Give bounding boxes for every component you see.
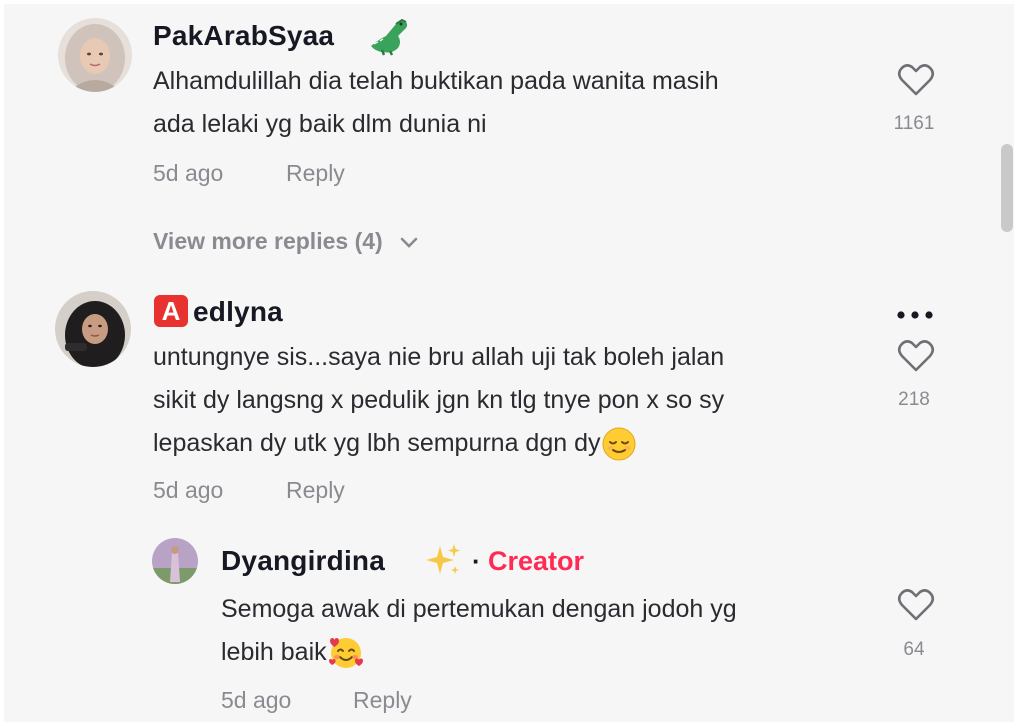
- heart-icon: [897, 64, 935, 96]
- creator-badge: Creator: [488, 546, 585, 576]
- avatar[interactable]: [58, 18, 132, 92]
- more-options-button[interactable]: [895, 307, 935, 323]
- comment-text: Alhamdulillah dia telah buktikan pada wa…: [153, 67, 719, 138]
- reply-text: Semoga awak di pertemukan dengan jodoh y…: [221, 588, 737, 674]
- sparkles-emoji: [424, 542, 462, 585]
- chevron-down-icon: [400, 237, 418, 248]
- reply-button[interactable]: Reply: [286, 479, 345, 502]
- comment-text: untungnye sis...saya nie bru allah uji t…: [153, 336, 724, 465]
- like-count: 1161: [893, 113, 935, 134]
- smiling-face-with-hearts-emoji: [327, 635, 365, 671]
- relieved-face-emoji: [601, 427, 636, 461]
- comment-timestamp: 5d ago: [153, 477, 224, 503]
- scrollbar-thumb[interactable]: [1001, 144, 1013, 232]
- reply-username[interactable]: Dyangirdina: [221, 547, 385, 575]
- like-button[interactable]: [896, 60, 936, 100]
- letter-a-badge-icon: A: [154, 295, 188, 327]
- like-count: 218: [898, 389, 930, 410]
- avatar[interactable]: [152, 538, 198, 584]
- comment-username[interactable]: edlyna: [193, 298, 283, 326]
- like-button[interactable]: [896, 585, 936, 625]
- more-dots-icon: [897, 311, 933, 319]
- like-count: 64: [903, 639, 925, 660]
- avatar[interactable]: [55, 291, 131, 367]
- heart-icon: [897, 589, 935, 621]
- separator-dot: ·: [472, 546, 481, 576]
- reply-button[interactable]: Reply: [286, 162, 345, 185]
- comments-panel: PakArabSyaa Alhamdulillah dia telah bukt…: [4, 4, 1014, 722]
- like-button[interactable]: [896, 336, 936, 376]
- reply-button[interactable]: Reply: [353, 689, 412, 712]
- comment-timestamp: 5d ago: [153, 160, 224, 186]
- heart-icon: [897, 340, 935, 372]
- reply-timestamp: 5d ago: [221, 687, 292, 713]
- comment-username[interactable]: PakArabSyaa: [153, 22, 334, 50]
- crocodile-emoji: [368, 16, 410, 61]
- view-more-replies-button[interactable]: View more replies (4): [153, 230, 419, 253]
